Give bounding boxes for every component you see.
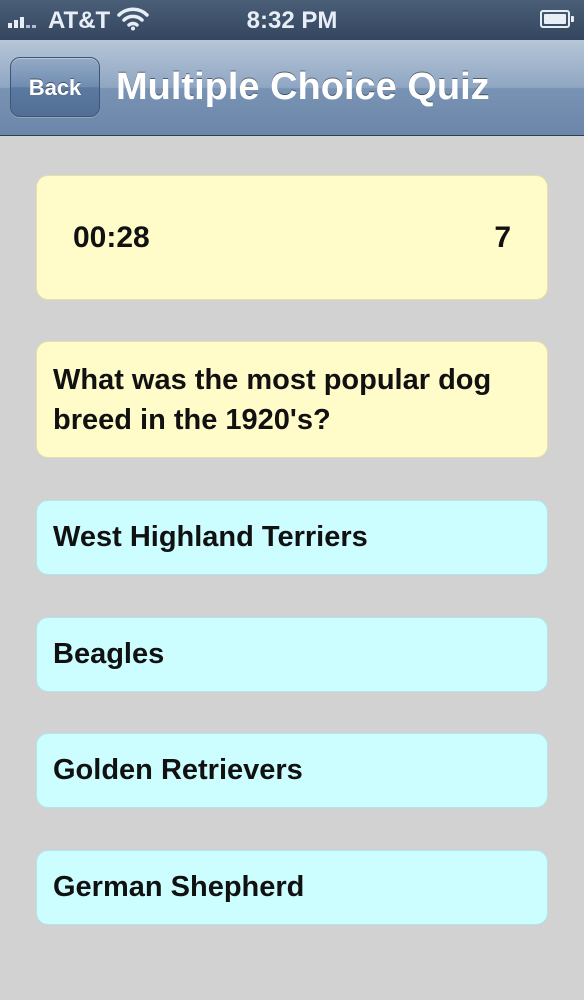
question-card: What was the most popular dog breed in t…: [36, 341, 548, 458]
page-title: Multiple Choice Quiz: [116, 66, 490, 108]
battery-icon: [540, 10, 574, 28]
answer-option-beagles[interactable]: Beagles: [36, 617, 548, 692]
score: 7: [494, 221, 511, 254]
status-time: 8:32 PM: [246, 7, 338, 34]
answer-option-german-shepherd[interactable]: German Shepherd: [36, 850, 548, 925]
quiz-status-card: 00:28 7: [36, 175, 548, 300]
timer: 00:28: [73, 221, 150, 254]
navigation-bar: Back Multiple Choice Quiz: [0, 40, 584, 136]
answer-option-west-highland-terriers[interactable]: West Highland Terriers: [36, 500, 548, 575]
answer-option-golden-retrievers[interactable]: Golden Retrievers: [36, 733, 548, 808]
status-bar: AT&T 8:32 PM: [0, 0, 584, 40]
back-button[interactable]: Back: [10, 57, 100, 117]
